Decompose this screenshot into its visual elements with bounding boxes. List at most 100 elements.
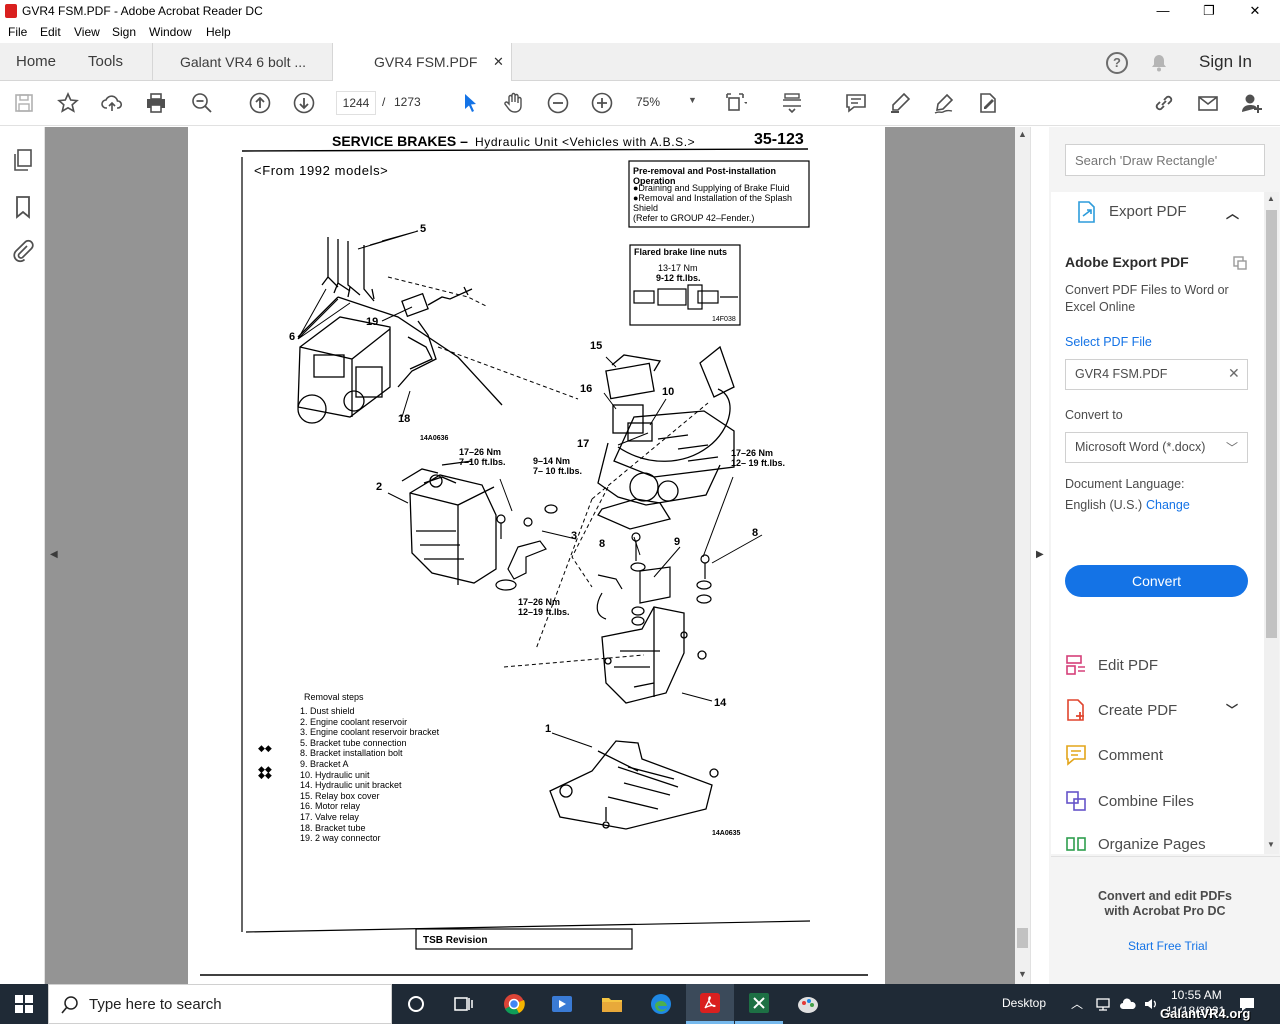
bookmarks-icon[interactable] [14,195,32,219]
tools-pane-scrollbar[interactable]: ▲ ▼ [1264,192,1279,854]
zoom-dropdown-chevron-icon[interactable]: ▼ [688,95,697,105]
tab-tools[interactable]: Tools [88,43,123,81]
print-icon[interactable] [144,91,168,115]
hand-tool-icon[interactable] [502,91,526,115]
current-page-input[interactable]: 1244 [336,91,376,115]
cortana-icon[interactable] [392,984,440,1024]
previous-page-icon[interactable] [248,91,272,115]
document-language-value: English (U.S.) [1065,498,1143,512]
bookmark-star-icon[interactable] [56,91,80,115]
attachments-paperclip-icon[interactable] [11,239,35,263]
paint-icon[interactable] [784,984,832,1024]
scroll-mode-icon[interactable] [780,91,804,115]
media-player-icon[interactable] [538,984,586,1024]
removal-step: 17. Valve relay [300,811,359,822]
select-cursor-icon[interactable] [458,91,482,115]
acrobat-taskbar-icon[interactable] [686,984,734,1024]
export-info-icon[interactable] [1232,255,1248,271]
scroll-up-arrow-icon[interactable]: ▲ [1018,129,1027,139]
menu-sign[interactable]: Sign [112,25,136,39]
promo-text: Convert and edit PDFs with Acrobat Pro D… [1097,889,1233,918]
scroll-down-arrow-icon[interactable]: ▼ [1018,969,1027,979]
document-vertical-scrollbar[interactable]: ▲ ▼ [1015,127,1030,984]
tools-search-input[interactable] [1065,144,1265,176]
next-page-icon[interactable] [292,91,316,115]
comment-icon[interactable] [844,91,868,115]
minimize-button[interactable]: — [1140,0,1186,22]
maximize-button[interactable]: ❐ [1186,0,1232,22]
collapse-left-arrow-icon[interactable]: ◀ [50,549,58,560]
onedrive-cloud-icon[interactable] [1119,996,1137,1012]
close-window-button[interactable]: ✕ [1232,0,1278,22]
comment-tool-icon [1066,745,1086,766]
removal-step: 16. Motor relay [300,801,361,812]
network-icon[interactable] [1095,996,1111,1012]
page-thumbnails-icon[interactable] [12,148,34,172]
email-icon[interactable] [1196,91,1220,115]
close-tab-icon[interactable]: ✕ [493,43,504,81]
menu-window[interactable]: Window [149,25,192,39]
zoom-out-icon[interactable] [546,91,570,115]
windows-start-icon[interactable] [0,984,48,1024]
expand-chevron-down-icon[interactable]: ﹀ [1226,701,1238,718]
convert-format-select[interactable]: Microsoft Word (*.docx) ﹀ [1065,432,1248,463]
task-view-icon[interactable] [440,984,488,1024]
tab-home[interactable]: Home [16,43,56,81]
tool-create-pdf[interactable]: Create PDF [1064,697,1177,723]
page-fit-icon[interactable] [724,91,748,115]
start-free-trial-link[interactable]: Start Free Trial [1128,939,1207,953]
menu-help[interactable]: Help [206,25,231,39]
clock-time[interactable]: 10:55 AM [1171,988,1222,1002]
sign-in-button[interactable]: Sign In [1199,43,1252,81]
select-pdf-file-link[interactable]: Select PDF File [1065,335,1152,349]
convert-button[interactable]: Convert [1065,565,1248,597]
fill-sign-icon[interactable] [976,91,1000,115]
zoom-out-search-icon[interactable] [190,91,214,115]
volume-icon[interactable] [1143,996,1159,1012]
save-icon[interactable] [12,91,36,115]
selected-file-field[interactable]: GVR4 FSM.PDF ✕ [1065,359,1248,390]
section-subtitle: Hydraulic Unit <Vehicles with A.B.S.> [475,135,696,149]
excel-icon[interactable] [735,984,783,1024]
zoom-level[interactable]: 75% [636,95,660,109]
tool-combine-files[interactable]: Combine Files [1064,788,1194,814]
help-icon[interactable]: ? [1106,52,1128,74]
preremoval-line: ●Removal and Installation of the Splash [633,193,793,203]
edge-browser-icon[interactable] [637,984,685,1024]
torque-lbs: 12–19 ft.lbs. [518,607,570,617]
upload-cloud-icon[interactable] [100,91,124,115]
menu-view[interactable]: View [74,25,100,39]
collapse-chevron-up-icon[interactable]: ︿ [1226,203,1239,222]
file-explorer-icon[interactable] [588,984,636,1024]
desktop-toolbar-label[interactable]: Desktop [1002,996,1046,1010]
taskbar-search-box[interactable]: Type here to search [48,984,392,1024]
chrome-icon[interactable] [490,984,538,1024]
scroll-thumb[interactable] [1017,928,1028,948]
galantvr4-watermark: GalantVR4.org [1160,1006,1251,1021]
tab-galant-doc[interactable]: Galant VR4 6 bolt ... [152,43,332,81]
torque-nm: 17–26 Nm [518,597,561,607]
tab-gvr4-fsm[interactable]: GVR4 FSM.PDF ✕ [332,43,512,81]
add-user-icon[interactable] [1240,91,1264,115]
collapse-right-arrow-icon[interactable]: ▶ [1036,549,1044,560]
tools-scroll-up-icon[interactable]: ▲ [1267,194,1275,203]
right-panel-collapser[interactable]: ▶ [1030,127,1049,984]
tools-scroll-thumb[interactable] [1266,210,1277,638]
menu-file[interactable]: File [8,25,27,39]
zoom-in-icon[interactable] [590,91,614,115]
tool-organize-pages[interactable]: Organize Pages [1064,834,1206,854]
sign-pen-icon[interactable] [932,91,956,115]
menu-edit[interactable]: Edit [40,25,61,39]
figure-code-2: 14A0635 [712,830,741,837]
export-pdf-title[interactable]: Export PDF [1109,203,1187,220]
tool-comment[interactable]: Comment [1064,742,1163,768]
step-marker-icon: ◆◆ [258,770,272,780]
change-language-link[interactable]: Change [1146,498,1190,512]
highlight-pen-icon[interactable] [888,91,912,115]
show-hidden-icons-chevron-icon[interactable]: ︿ [1071,995,1083,1012]
tools-scroll-down-icon[interactable]: ▼ [1267,840,1275,849]
clear-file-icon[interactable]: ✕ [1228,365,1240,382]
share-link-icon[interactable] [1152,91,1176,115]
notification-bell-icon[interactable] [1149,53,1169,73]
tool-edit-pdf[interactable]: Edit PDF [1064,652,1158,678]
